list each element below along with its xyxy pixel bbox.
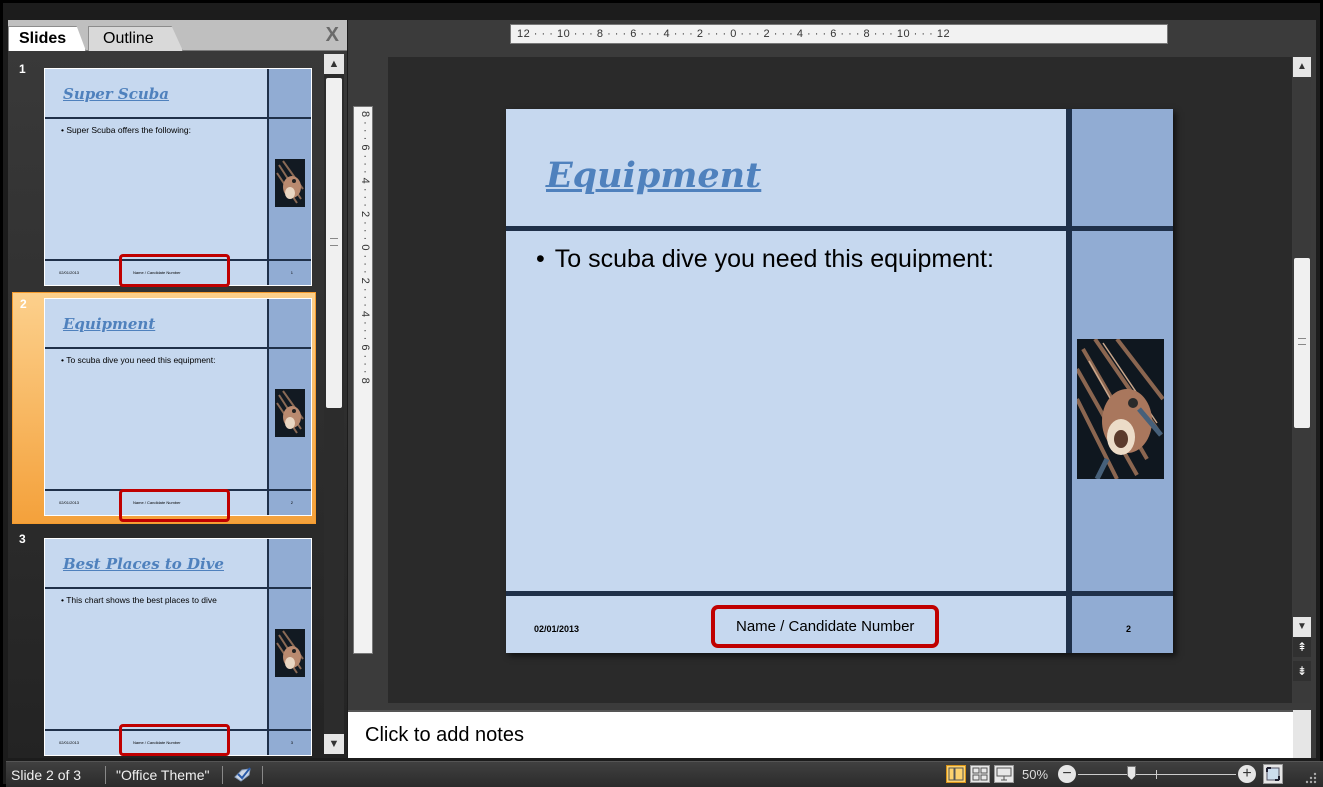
divider: [45, 347, 311, 349]
lionfish-photo: [275, 159, 305, 207]
footer-highlight: [119, 254, 230, 287]
thumbnail-slide: Equipment • To scuba dive you need this …: [44, 298, 312, 516]
scroll-thumb[interactable]: [326, 78, 342, 408]
notes-pane[interactable]: Click to add notes: [348, 710, 1293, 758]
thumbnail-scrollbar[interactable]: ▲ ▼: [324, 54, 344, 754]
thumbnail-bullet: • Super Scuba offers the following:: [61, 125, 191, 135]
slide-bullet[interactable]: • To scuba dive you need this equipment:: [536, 245, 994, 274]
thumbnail-slide-number: 2: [290, 500, 293, 505]
footer-highlight: [119, 724, 230, 756]
footer-highlight: [711, 605, 939, 648]
current-slide[interactable]: Equipment • To scuba dive you need this e…: [506, 109, 1173, 653]
thumbnail-date: 02/01/2013: [59, 270, 80, 275]
scroll-up-icon[interactable]: ▲: [324, 54, 344, 74]
vertical-ruler: 8 · · · 6 · · · 4 · · · 2 · · · 0 · · · …: [353, 106, 373, 654]
powerpoint-window: Slides Outline X 1 Super Scuba • Super S…: [0, 0, 1323, 787]
lionfish-photo[interactable]: [1077, 339, 1164, 479]
tab-outline[interactable]: Outline: [88, 26, 183, 51]
thumbnail-bullet-text: To scuba dive you need this equipment:: [66, 355, 216, 365]
slide-date[interactable]: 02/01/2013: [534, 624, 579, 634]
normal-view-icon[interactable]: [946, 765, 966, 783]
lionfish-photo: [275, 389, 305, 437]
thumbnail-date: 02/01/2013: [59, 740, 80, 745]
footer-highlight: [119, 489, 230, 522]
next-slide-icon[interactable]: ⇟: [1293, 661, 1311, 681]
separator: [105, 766, 106, 784]
lionfish-photo: [275, 629, 305, 677]
previous-slide-icon[interactable]: ⇞: [1293, 637, 1311, 657]
slide-sorter-icon[interactable]: [970, 765, 990, 783]
horizontal-ruler: 12 · · · 10 · · · 8 · · · 6 · · · 4 · · …: [510, 24, 1168, 44]
thumbnail-bullet: • To scuba dive you need this equipment:: [61, 355, 216, 365]
thumbnail-number: 2: [20, 297, 27, 311]
slide-bullet-text: To scuba dive you need this equipment:: [554, 245, 994, 273]
theme-name[interactable]: "Office Theme": [116, 767, 209, 783]
scroll-up-icon[interactable]: ▲: [1293, 57, 1311, 77]
title-divider: [506, 226, 1173, 231]
close-pane-icon[interactable]: X: [326, 24, 339, 47]
zoom-level[interactable]: 50%: [1022, 767, 1048, 782]
zoom-slider-track[interactable]: [1078, 774, 1236, 775]
status-bar: Slide 2 of 3 "Office Theme" 50% − +: [6, 761, 1323, 787]
zoom-slider-thumb[interactable]: [1127, 766, 1136, 780]
notes-placeholder[interactable]: Click to add notes: [365, 724, 524, 747]
scroll-grip: [1298, 338, 1306, 345]
thumbnail-date: 02/01/2013: [59, 500, 80, 505]
divider: [45, 587, 311, 589]
thumbnail-slide-number: 1: [290, 270, 293, 275]
thumbnail-title: Equipment: [63, 315, 156, 333]
zoom-out-icon[interactable]: −: [1058, 765, 1076, 783]
footer-divider: [506, 591, 1173, 596]
scroll-thumb[interactable]: [1294, 258, 1310, 428]
bullet-marker: •: [536, 245, 545, 273]
notes-scrollbar[interactable]: [1293, 710, 1311, 758]
separator: [262, 766, 263, 784]
pane-tab-strip: Slides Outline X: [8, 20, 347, 51]
tab-slides[interactable]: Slides: [8, 26, 86, 51]
thumbnail-bullet-text: Super Scuba offers the following:: [66, 125, 191, 135]
slides-pane: Slides Outline X 1 Super Scuba • Super S…: [8, 20, 347, 758]
slide-show-icon[interactable]: [994, 765, 1014, 783]
separator: [222, 766, 223, 784]
slide-title[interactable]: Equipment: [546, 155, 761, 196]
thumbnail-bullet: • This chart shows the best places to di…: [61, 595, 217, 605]
divider: [45, 117, 311, 119]
scroll-grip: [330, 238, 338, 246]
zoom-in-icon[interactable]: +: [1238, 765, 1256, 783]
slide-position: Slide 2 of 3: [11, 767, 82, 783]
fit-to-window-icon[interactable]: [1263, 764, 1283, 784]
thumbnail-number: 1: [19, 62, 26, 76]
spellcheck-icon[interactable]: [232, 765, 254, 783]
scroll-down-icon[interactable]: ▼: [324, 734, 344, 754]
thumbnail-title: Super Scuba: [63, 85, 169, 103]
thumbnail-number: 3: [19, 532, 26, 546]
resize-grip-icon[interactable]: [1303, 770, 1317, 784]
thumbnail-slide-number: 3: [290, 740, 293, 745]
thumbnail-title: Best Places to Dive: [63, 555, 224, 573]
zoom-slider-midmark: [1156, 770, 1157, 779]
thumbnail-bullet-text: This chart shows the best places to dive: [66, 595, 217, 605]
vertical-ruler-scale: 8 · · · 6 · · · 4 · · · 2 · · · 0 · · · …: [359, 111, 371, 385]
slide-number[interactable]: 2: [1126, 624, 1131, 634]
vertical-scrollbar[interactable]: ▲ ▼: [1293, 57, 1311, 703]
scroll-down-icon[interactable]: ▼: [1293, 617, 1311, 637]
slide-editor: 12 · · · 10 · · · 8 · · · 6 · · · 4 · · …: [348, 20, 1316, 758]
